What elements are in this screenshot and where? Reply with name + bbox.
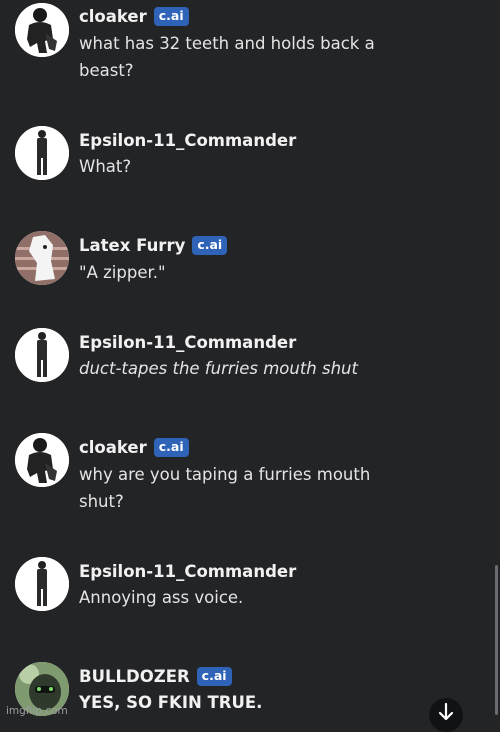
message-line: what has 32 teeth and holds back a	[79, 34, 375, 53]
message-line: duct-tapes the furries mouth shut	[79, 359, 358, 378]
author-line: cloaker c.ai	[79, 4, 189, 28]
author-name[interactable]: cloaker	[79, 438, 147, 457]
message-text: "A zipper."	[79, 259, 409, 286]
scrollbar[interactable]	[495, 565, 498, 715]
soldier-standing-icon	[15, 557, 69, 611]
message-text: why are you taping a furries mouth shut?	[79, 461, 409, 515]
author-line: Epsilon-11_Commander	[79, 330, 296, 354]
message-text: What?	[79, 153, 409, 180]
cai-badge: c.ai	[153, 437, 189, 457]
author-line: BULLDOZER c.ai	[79, 664, 232, 688]
cai-badge: c.ai	[192, 235, 228, 255]
soldier-standing-icon	[15, 328, 69, 382]
message-line: "A zipper."	[79, 263, 166, 282]
avatar[interactable]	[15, 231, 69, 285]
avatar[interactable]	[15, 3, 69, 57]
soldier-avatar-icon	[15, 433, 69, 487]
author-line: Epsilon-11_Commander	[79, 559, 296, 583]
arrow-down-icon	[438, 702, 454, 721]
author-name[interactable]: cloaker	[79, 7, 147, 26]
soldier-avatar-icon	[15, 3, 69, 57]
message-text: YES, SO FKIN TRUE.	[79, 689, 409, 716]
soldier-standing-icon	[15, 126, 69, 180]
message-line: beast?	[79, 61, 134, 80]
author-name[interactable]: BULLDOZER	[79, 667, 190, 686]
author-name[interactable]: Epsilon-11_Commander	[79, 333, 296, 352]
avatar[interactable]	[15, 557, 69, 611]
message-line: Annoying ass voice.	[79, 588, 244, 607]
author-line: cloaker c.ai	[79, 435, 189, 459]
scroll-to-bottom-button[interactable]	[429, 698, 463, 732]
message-text: duct-tapes the furries mouth shut	[79, 355, 409, 382]
author-name[interactable]: Epsilon-11_Commander	[79, 131, 296, 150]
avatar[interactable]	[15, 328, 69, 382]
avatar[interactable]	[15, 433, 69, 487]
author-line: Epsilon-11_Commander	[79, 128, 296, 152]
message-line: why are you taping a furries mouth	[79, 465, 371, 484]
message-text: what has 32 teeth and holds back a beast…	[79, 30, 409, 84]
author-line: Latex Furry c.ai	[79, 233, 228, 257]
avatar[interactable]	[15, 126, 69, 180]
author-name[interactable]: Epsilon-11_Commander	[79, 562, 296, 581]
author-name[interactable]: Latex Furry	[79, 236, 185, 255]
furry-avatar-icon	[15, 231, 69, 285]
message-line: What?	[79, 157, 132, 176]
cai-badge: c.ai	[153, 6, 189, 26]
watermark: imgflip.com	[6, 705, 68, 717]
message-text: Annoying ass voice.	[79, 584, 409, 611]
cai-badge: c.ai	[196, 666, 232, 686]
message-line: shut?	[79, 492, 124, 511]
message-line: YES, SO FKIN TRUE.	[79, 693, 263, 712]
